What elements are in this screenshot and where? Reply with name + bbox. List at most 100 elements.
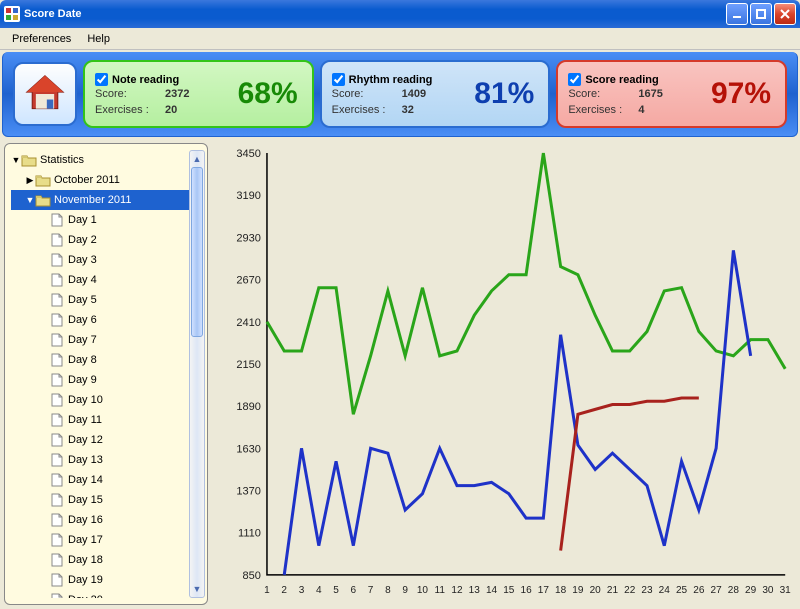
tree-day[interactable]: Day 20 [11, 590, 205, 598]
svg-text:13: 13 [469, 585, 481, 596]
svg-text:850: 850 [243, 570, 261, 582]
svg-text:1: 1 [264, 585, 270, 596]
svg-text:6: 6 [351, 585, 357, 596]
close-button[interactable] [774, 3, 796, 25]
minimize-button[interactable] [726, 3, 748, 25]
document-icon [49, 213, 65, 227]
document-icon [49, 313, 65, 327]
tree-day[interactable]: Day 10 [11, 390, 205, 410]
exercises-value: 20 [165, 104, 215, 116]
svg-text:24: 24 [659, 585, 671, 596]
svg-text:18: 18 [555, 585, 567, 596]
window-title: Score Date [24, 8, 726, 20]
card-title: Rhythm reading [349, 74, 433, 86]
document-icon [49, 333, 65, 347]
tree-day[interactable]: Day 9 [11, 370, 205, 390]
tree-day[interactable]: Day 1 [11, 210, 205, 230]
scroll-down-button[interactable]: ▼ [190, 581, 204, 597]
tree-label: November 2011 [54, 194, 131, 206]
tree-day[interactable]: Day 19 [11, 570, 205, 590]
tree-day[interactable]: Day 2 [11, 230, 205, 250]
toggle-score-checkbox[interactable] [568, 73, 581, 86]
tree-day[interactable]: Day 14 [11, 470, 205, 490]
tree-label: Day 14 [68, 474, 103, 486]
svg-text:8: 8 [385, 585, 391, 596]
tree-day[interactable]: Day 17 [11, 530, 205, 550]
tree-day[interactable]: Day 18 [11, 550, 205, 570]
svg-text:4: 4 [316, 585, 322, 596]
card-title: Score reading [585, 74, 658, 86]
document-icon [49, 473, 65, 487]
tree-label: Day 4 [68, 274, 97, 286]
tree-day[interactable]: Day 5 [11, 290, 205, 310]
scroll-thumb[interactable] [191, 167, 203, 337]
tree-day[interactable]: Day 4 [11, 270, 205, 290]
svg-text:2670: 2670 [236, 275, 261, 287]
document-icon [49, 573, 65, 587]
line-chart: 8501110137016301890215024102670293031903… [216, 143, 796, 605]
svg-text:14: 14 [486, 585, 498, 596]
percent-value: 81% [474, 77, 538, 111]
svg-text:2150: 2150 [236, 359, 261, 371]
tree-day[interactable]: Day 13 [11, 450, 205, 470]
svg-text:5: 5 [333, 585, 339, 596]
tree-day[interactable]: Day 8 [11, 350, 205, 370]
tree-label: Day 5 [68, 294, 97, 306]
exercises-label: Exercises : [332, 104, 402, 116]
tree-root-statistics[interactable]: ▼Statistics [11, 150, 205, 170]
svg-text:21: 21 [607, 585, 619, 596]
exercises-label: Exercises : [568, 104, 638, 116]
exercises-label: Exercises : [95, 104, 165, 116]
svg-text:25: 25 [676, 585, 688, 596]
twisty-icon: ▼ [11, 155, 21, 165]
svg-text:23: 23 [641, 585, 653, 596]
document-icon [49, 353, 65, 367]
tree-day[interactable]: Day 11 [11, 410, 205, 430]
folder-icon [35, 173, 51, 187]
tree-month-november-2011[interactable]: ▼November 2011 [11, 190, 205, 210]
document-icon [49, 533, 65, 547]
tree-label: Day 6 [68, 314, 97, 326]
tree-month-october-2011[interactable]: ▶October 2011 [11, 170, 205, 190]
scroll-up-button[interactable]: ▲ [190, 151, 204, 167]
tree-label: Day 13 [68, 454, 103, 466]
tree-day[interactable]: Day 6 [11, 310, 205, 330]
document-icon [49, 493, 65, 507]
tree-label: Day 9 [68, 374, 97, 386]
title-bar: Score Date [0, 0, 800, 28]
tree-label: Day 8 [68, 354, 97, 366]
document-icon [49, 433, 65, 447]
svg-text:30: 30 [762, 585, 774, 596]
menu-preferences[interactable]: Preferences [4, 31, 79, 47]
svg-text:7: 7 [368, 585, 374, 596]
svg-text:9: 9 [402, 585, 408, 596]
tree-label: Day 2 [68, 234, 97, 246]
tree-label: Day 7 [68, 334, 97, 346]
toggle-rhythm-checkbox[interactable] [332, 73, 345, 86]
svg-text:1110: 1110 [238, 528, 261, 540]
score-value: 1675 [638, 88, 688, 100]
svg-text:1890: 1890 [236, 401, 261, 413]
maximize-button[interactable] [750, 3, 772, 25]
statistics-tree: ▼Statistics▶October 2011▼November 2011Da… [4, 143, 208, 605]
exercises-value: 4 [638, 104, 688, 116]
toggle-note-checkbox[interactable] [95, 73, 108, 86]
stat-card-note: Note reading Score:2372 Exercises :20 68… [83, 60, 314, 128]
tree-day[interactable]: Day 12 [11, 430, 205, 450]
menu-help[interactable]: Help [79, 31, 118, 47]
tree-scrollbar[interactable]: ▲ ▼ [189, 150, 205, 598]
tree-day[interactable]: Day 15 [11, 490, 205, 510]
document-icon [49, 513, 65, 527]
home-button[interactable] [13, 62, 77, 126]
tree-day[interactable]: Day 7 [11, 330, 205, 350]
tree-day[interactable]: Day 16 [11, 510, 205, 530]
stat-panel: Note reading Score:2372 Exercises :20 68… [2, 52, 798, 137]
tree-day[interactable]: Day 3 [11, 250, 205, 270]
document-icon [49, 233, 65, 247]
chart-area: 8501110137016301890215024102670293031903… [216, 143, 796, 605]
menu-bar: Preferences Help [0, 28, 800, 50]
score-value: 2372 [165, 88, 215, 100]
document-icon [49, 253, 65, 267]
percent-value: 97% [711, 77, 775, 111]
document-icon [49, 453, 65, 467]
